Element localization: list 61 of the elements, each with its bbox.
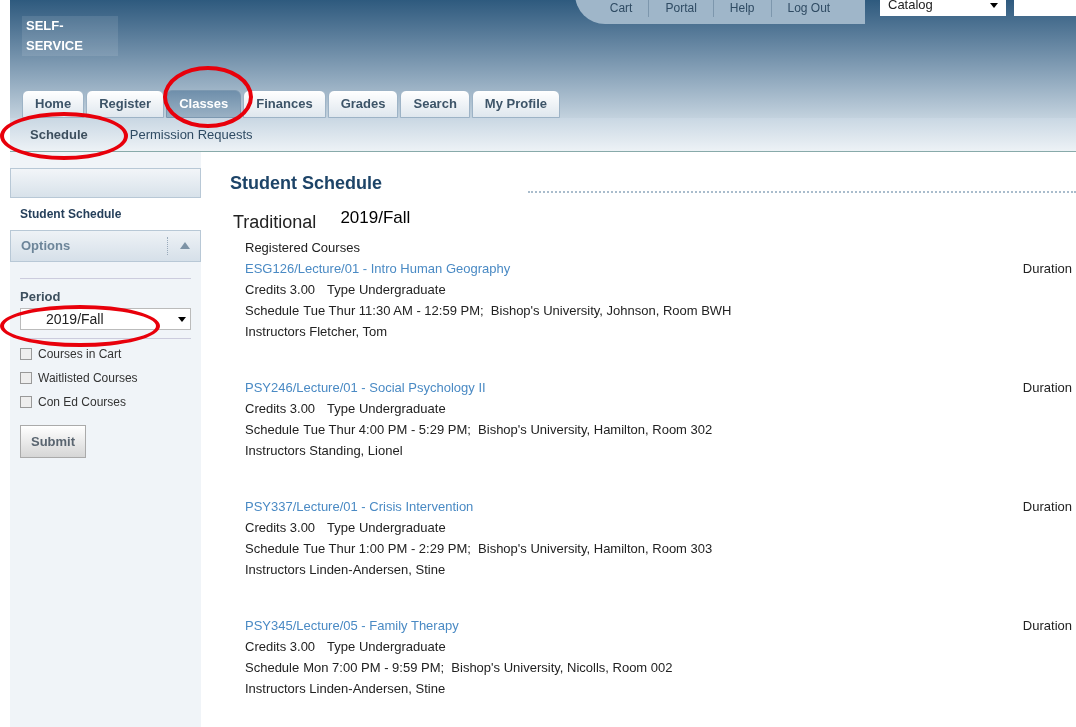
top-link[interactable]: Cart (593, 0, 649, 17)
period-dropdown[interactable]: 2019/Fall (20, 308, 191, 330)
top-link[interactable]: Help (712, 0, 771, 17)
credits-text: Credits 3.00 (245, 637, 316, 656)
type-text: Type Undergraduate (327, 280, 446, 299)
course-link[interactable]: PSY345/Lecture/05 - Family Therapy (245, 614, 459, 636)
catalog-dropdown[interactable]: Catalog (880, 0, 1006, 16)
checkbox[interactable] (20, 372, 32, 384)
nav-tab[interactable]: Register (86, 90, 165, 118)
collapse-arrow-icon (180, 242, 190, 249)
type-text: Type Undergraduate (327, 518, 446, 537)
course-link[interactable]: ESG126/Lecture/01 - Intro Human Geography (245, 257, 511, 279)
caret-icon (178, 316, 186, 322)
page-title: Student Schedule (230, 172, 382, 195)
nav-tab[interactable]: Grades (327, 90, 399, 118)
subnav-link[interactable]: Permission Requests (129, 124, 253, 145)
nav-tab[interactable]: Finances (243, 90, 326, 118)
nav-tab[interactable]: My Profile (471, 90, 560, 118)
schedule-label: Schedule (245, 658, 300, 677)
credits-text: Credits 3.00 (245, 399, 316, 418)
duration-label: Duration (1022, 616, 1072, 635)
checkbox-label: Waitlisted Courses (38, 370, 138, 387)
nav-tab[interactable]: Classes (166, 90, 242, 118)
schedule-label: Schedule (245, 539, 300, 558)
credits-text: Credits 3.00 (245, 518, 316, 537)
term-label: 2019/Fall (340, 207, 411, 229)
schedule-text: Tue Thur 4:00 PM - 5:29 PM; Bishop's University, Hamilton, Room 302 (303, 420, 713, 439)
subnav-link[interactable]: Schedule (30, 124, 88, 145)
top-link[interactable]: Portal (648, 0, 713, 17)
instructors-text: Instructors Linden-Andersen, Stine (245, 679, 447, 698)
instructors-text: Instructors Fletcher, Tom (245, 322, 389, 341)
schedule-label: Schedule (245, 420, 300, 439)
options-header[interactable]: Options (10, 229, 201, 262)
nav-tab[interactable]: Search (400, 90, 470, 118)
period-label: Period (20, 287, 62, 306)
top-link[interactable]: Log Out (770, 0, 847, 17)
caret-icon (990, 2, 998, 8)
instructors-text: Instructors Linden-Andersen, Stine (245, 560, 447, 579)
checkbox[interactable] (20, 396, 32, 408)
checkbox-label: Courses in Cart (38, 346, 122, 363)
duration-label: Duration (1022, 378, 1072, 397)
schedule-text: Tue Thur 11:30 AM - 12:59 PM; Bishop's University, Johnson, Room BWH (303, 301, 732, 320)
logo-text: SELF-SERVICE (25, 17, 84, 55)
submit-button[interactable]: Submit (20, 425, 87, 458)
duration-label: Duration (1022, 259, 1072, 278)
duration-label: Duration (1022, 497, 1072, 516)
type-text: Type Undergraduate (327, 399, 446, 418)
course-link[interactable]: PSY337/Lecture/01 - Crisis Intervention (245, 495, 474, 517)
nav-tab[interactable]: Home (22, 90, 85, 118)
schedule-text: Tue Thur 1:00 PM - 2:29 PM; Bishop's University, Hamilton, Room 303 (303, 539, 713, 558)
career-label: Traditional (233, 211, 317, 234)
type-text: Type Undergraduate (327, 637, 446, 656)
sidebar-title: Student Schedule (20, 207, 122, 221)
course-link[interactable]: PSY246/Lecture/01 - Social Psychology II (245, 376, 486, 398)
checkbox[interactable] (20, 348, 32, 360)
section-heading: Registered Courses (245, 239, 361, 257)
schedule-label: Schedule (245, 301, 300, 320)
instructors-text: Instructors Standing, Lionel (245, 441, 404, 460)
schedule-text: Mon 7:00 PM - 9:59 PM; Bishop's University, Nicolls, Room 002 (303, 658, 673, 677)
checkbox-label: Con Ed Courses (38, 394, 127, 411)
credits-text: Credits 3.00 (245, 280, 316, 299)
